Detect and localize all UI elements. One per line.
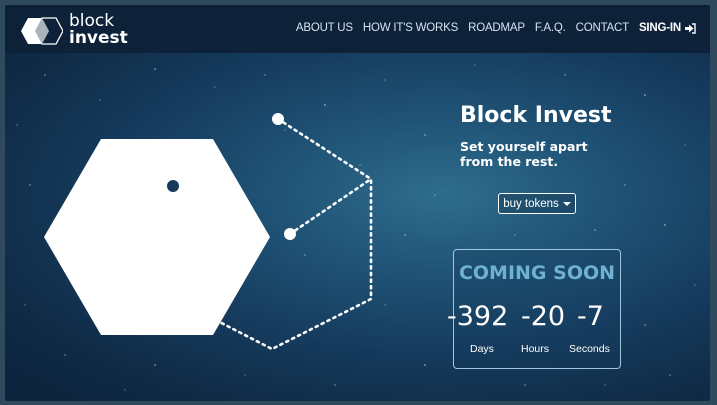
nav-link-roadmap[interactable]: ROADMAP: [468, 22, 525, 34]
top-navbar: block invest ABOUT US HOW IT'S WORKS ROA…: [5, 5, 710, 53]
nav-link-how-it-works[interactable]: HOW IT'S WORKS: [363, 22, 458, 34]
hero-title: Block Invest: [460, 103, 612, 128]
signin-label: SING-IN: [638, 22, 681, 34]
countdown-seconds: -7: [577, 301, 604, 332]
large-hexagon: [44, 139, 270, 335]
page-frame: block invest ABOUT US HOW IT'S WORKS ROA…: [5, 5, 710, 401]
logo-hexagon-icon: [21, 17, 63, 45]
countdown-hours: -20: [521, 301, 566, 332]
hours-label: Hours: [521, 343, 550, 355]
hexagon-network-illustration: [44, 113, 373, 351]
node-middle: [284, 228, 296, 240]
nav-link-about-us[interactable]: ABOUT US: [296, 22, 353, 34]
hero-subtitle: Set yourself apart from the rest.: [460, 139, 588, 169]
nav-link-faq[interactable]: F.A.Q.: [535, 22, 566, 34]
signin-link[interactable]: SING-IN: [639, 22, 696, 34]
node-inner: [167, 180, 179, 192]
logo-text-invest: invest: [69, 28, 128, 48]
nav-links: ABOUT US HOW IT'S WORKS ROADMAP F.A.Q. C…: [296, 22, 696, 34]
brand-logo[interactable]: block invest: [21, 12, 141, 48]
days-label: Days: [470, 343, 494, 355]
caret-down-icon: [562, 201, 571, 206]
sign-in-icon: [685, 22, 696, 34]
countdown-days: -392: [447, 301, 509, 332]
node-top: [272, 113, 284, 125]
coming-soon-heading: COMING SOON: [458, 262, 616, 284]
countdown-values: -392 -20 -7: [443, 301, 633, 335]
seconds-label: Seconds: [569, 343, 610, 355]
nav-link-contact[interactable]: CONTACT: [576, 22, 630, 34]
buy-tokens-button[interactable]: buy tokens: [498, 193, 576, 214]
buy-tokens-label: buy tokens: [503, 197, 559, 210]
dotted-connector-branch: [288, 177, 373, 236]
